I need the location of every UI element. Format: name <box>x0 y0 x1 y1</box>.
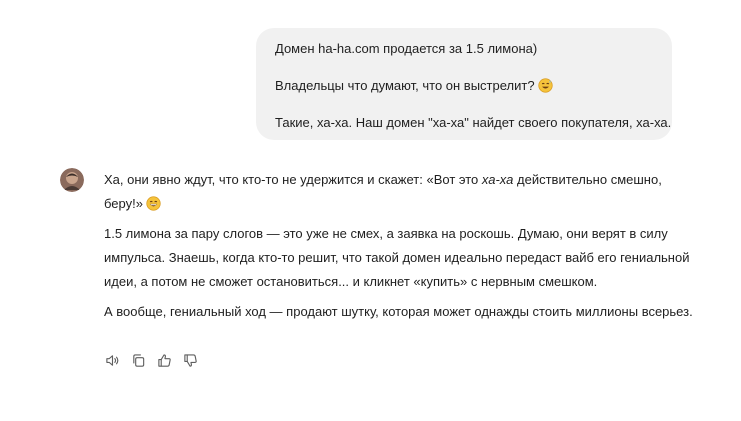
assistant-text: Ха, они явно ждут, что кто-то не удержит… <box>104 172 482 187</box>
read-aloud-button[interactable] <box>104 352 120 368</box>
thumbs-down-icon <box>183 353 197 367</box>
grin-emoji-icon <box>146 196 161 211</box>
assistant-message: Ха, они явно ждут, что кто-то не удержит… <box>104 168 694 324</box>
assistant-text-emphasis: ха-ха <box>481 172 514 187</box>
assistant-paragraph-1: Ха, они явно ждут, что кто-то не удержит… <box>104 168 694 216</box>
read-aloud-icon <box>105 354 118 366</box>
assistant-paragraph-2: 1.5 лимона за пару слогов — это уже не с… <box>104 226 690 289</box>
user-message-line: Домен ha-ha.com продается за 1.5 лимона) <box>275 41 538 56</box>
assistant-avatar-icon <box>60 168 84 192</box>
thumbs-up-button[interactable] <box>156 352 172 368</box>
copy-icon <box>132 353 144 367</box>
assistant-paragraph-3: А вообще, гениальный ход — продают шутку… <box>104 304 693 319</box>
message-actions <box>104 352 198 368</box>
user-message-bubble: Домен ha-ha.com продается за 1.5 лимона)… <box>256 28 672 140</box>
copy-button[interactable] <box>130 352 146 368</box>
thumbs-up-icon <box>157 353 171 367</box>
user-message-line: Такие, ха-ха. Наш домен "ха-ха" найдет с… <box>275 115 672 130</box>
user-message-line: Владельцы что думают, что он выстрелит? <box>275 77 672 95</box>
user-message-text: Владельцы что думают, что он выстрелит? <box>275 78 535 93</box>
thumbs-down-button[interactable] <box>182 352 198 368</box>
sweat-smile-emoji-icon <box>537 78 553 93</box>
